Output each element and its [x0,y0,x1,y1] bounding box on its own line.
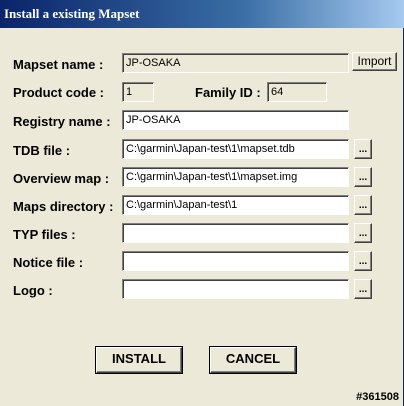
image-id-text: #361508 [356,391,399,403]
family-id-field[interactable]: 64 [267,82,327,102]
import-button[interactable]: Import [352,52,397,71]
maps-directory-browse-button[interactable]: ... [354,195,372,215]
tdb-file-label: TDB file : [13,143,71,158]
install-mapset-dialog: Install a existing Mapset Mapset name : … [0,0,404,406]
notice-file-browse-button[interactable]: ... [354,251,372,271]
maps-directory-input[interactable]: C:\garmin\Japan-test\1 [122,195,349,215]
logo-input[interactable] [122,279,349,299]
overview-map-label: Overview map : [13,171,110,186]
maps-directory-label: Maps directory : [13,199,114,214]
tdb-file-input[interactable]: C:\garmin\Japan-test\1\mapset.tdb [122,139,349,159]
family-id-label: Family ID : [195,85,261,100]
typ-files-label: TYP files : [13,227,76,242]
notice-file-label: Notice file : [13,255,84,270]
install-button[interactable]: INSTALL [95,346,183,374]
typ-files-browse-button[interactable]: ... [354,223,372,243]
typ-files-input[interactable] [122,223,349,243]
cancel-button[interactable]: CANCEL [209,346,297,374]
tdb-file-browse-button[interactable]: ... [354,139,372,159]
logo-browse-button[interactable]: ... [354,279,372,299]
registry-name-input[interactable]: JP-OSAKA [122,110,349,130]
product-code-label: Product code : [13,85,105,100]
registry-name-label: Registry name : [13,114,111,129]
overview-map-input[interactable]: C:\garmin\Japan-test\1\mapset.img [122,167,349,187]
mapset-name-label: Mapset name : [13,57,104,72]
overview-map-browse-button[interactable]: ... [354,167,372,187]
dialog-title: Install a existing Mapset [0,0,404,28]
mapset-name-field[interactable]: JP-OSAKA [122,53,349,73]
logo-label: Logo : [13,283,53,298]
product-code-field[interactable]: 1 [122,82,154,102]
notice-file-input[interactable] [122,251,349,271]
